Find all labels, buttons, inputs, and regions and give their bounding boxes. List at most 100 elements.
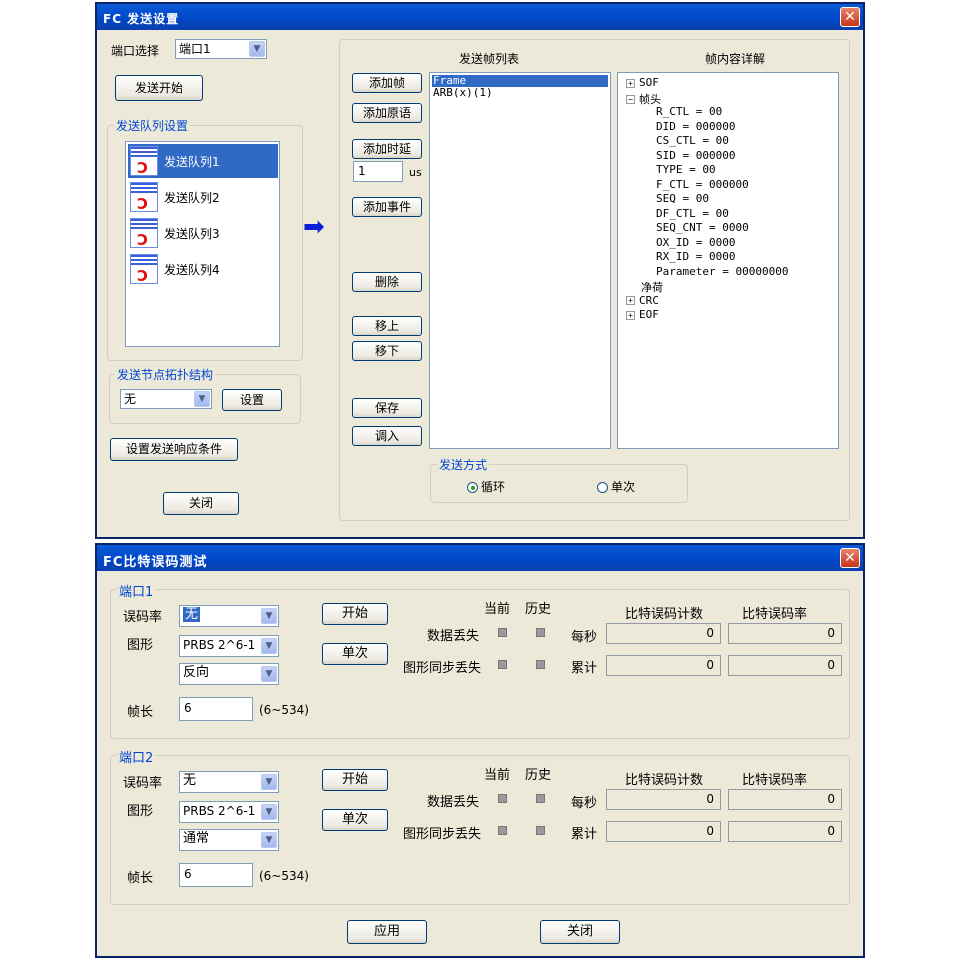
tree-node[interactable]: F_CTL = 000000 xyxy=(656,178,749,191)
ber-select[interactable]: 无 ▼ xyxy=(179,771,279,793)
chevron-down-icon[interactable]: ▼ xyxy=(261,804,277,820)
queue-group-title: 发送队列设置 xyxy=(114,117,191,134)
tree-node[interactable]: + EOF xyxy=(626,308,659,321)
start-button[interactable]: 开始 xyxy=(322,769,388,791)
tree-node[interactable]: CS_CTL = 00 xyxy=(656,134,729,147)
chevron-down-icon[interactable]: ▼ xyxy=(261,832,277,848)
window-title: FC 发送设置 xyxy=(103,12,180,26)
port-select[interactable]: 端口1 ▼ xyxy=(175,39,267,59)
delete-button[interactable]: 删除 xyxy=(352,272,422,292)
ber-select-value: 无 xyxy=(183,607,201,622)
frame-length-input[interactable]: 6 xyxy=(179,863,253,887)
tree-node[interactable]: SID = 000000 xyxy=(656,149,735,162)
ber-select-value: 无 xyxy=(183,773,197,788)
send-settings-titlebar: FC 发送设置 xyxy=(97,4,863,30)
tree-node[interactable]: RX_ID = 0000 xyxy=(656,250,735,263)
tree-node[interactable]: + CRC xyxy=(626,294,659,307)
queue-list[interactable]: Ↄ 发送队列1 Ↄ 发送队列2 Ↄ 发送队列3 Ↄ 发送队列4 xyxy=(125,141,280,347)
single-button[interactable]: 单次 xyxy=(322,643,388,665)
queue-icon: Ↄ xyxy=(130,218,158,249)
radio-checked-icon[interactable] xyxy=(467,482,478,493)
data-loss-label: 数据丢失 xyxy=(427,795,480,810)
port-group-title: 端口2 xyxy=(117,747,156,766)
tree-node[interactable]: DF_CTL = 00 xyxy=(656,207,729,220)
pattern-label: 图形 xyxy=(127,804,154,819)
collapse-icon[interactable]: − xyxy=(626,95,635,104)
polarity-select[interactable]: 反向 ▼ xyxy=(179,663,279,685)
sync-loss-current-indicator xyxy=(498,826,507,835)
polarity-select[interactable]: 通常 ▼ xyxy=(179,829,279,851)
single-button[interactable]: 单次 xyxy=(322,809,388,831)
tree-node[interactable]: SEQ_CNT = 0000 xyxy=(656,221,749,234)
add-delay-button[interactable]: 添加时延 xyxy=(352,139,422,159)
cumulative-count-field: 0 xyxy=(606,655,721,676)
chevron-down-icon[interactable]: ▼ xyxy=(249,41,265,57)
cumulative-label: 累计 xyxy=(571,661,598,676)
delay-input[interactable]: 1 xyxy=(353,161,403,182)
radio-unchecked-icon[interactable] xyxy=(597,482,608,493)
close-button[interactable]: 关闭 xyxy=(540,920,620,944)
tree-node[interactable]: Parameter = 00000000 xyxy=(656,265,788,278)
tree-node[interactable]: SEQ = 00 xyxy=(656,192,709,205)
tree-node[interactable]: DID = 000000 xyxy=(656,120,735,133)
save-button[interactable]: 保存 xyxy=(352,398,422,418)
chevron-down-icon[interactable]: ▼ xyxy=(261,638,277,654)
tree-node-label: Parameter = 00000000 xyxy=(656,264,789,278)
frame-detail-tree[interactable]: + SOF − 帧头 R_CTL = 00 DID = 000000 CS_CTL = 00… xyxy=(617,72,839,449)
expand-icon[interactable]: + xyxy=(626,310,635,320)
frame-list[interactable]: Frame ARB(x)(1) xyxy=(429,72,611,449)
port-group-title: 端口1 xyxy=(117,581,156,600)
move-up-button[interactable]: 移上 xyxy=(352,316,422,336)
queue-item[interactable]: Ↄ 发送队列1 xyxy=(128,144,278,178)
pattern-select[interactable]: PRBS 2^6-1 ▼ xyxy=(179,635,279,657)
load-button[interactable]: 调入 xyxy=(352,426,422,446)
mode-loop-radio[interactable]: 循环 xyxy=(467,478,505,495)
data-loss-label: 数据丢失 xyxy=(427,629,480,644)
frame-length-input[interactable]: 6 xyxy=(179,697,253,721)
tree-node-label: CS_CTL = 00 xyxy=(656,134,729,147)
tree-node[interactable]: OX_ID = 0000 xyxy=(656,236,735,249)
cumulative-count-field: 0 xyxy=(606,821,721,842)
mode-loop-label: 循环 xyxy=(481,480,506,494)
expand-icon[interactable]: + xyxy=(626,78,635,88)
tree-node-label: 帧头 xyxy=(639,92,661,106)
chevron-down-icon[interactable]: ▼ xyxy=(261,666,277,682)
topology-set-button[interactable]: 设置 xyxy=(222,389,282,411)
tree-node-label: EOF xyxy=(639,308,659,321)
close-icon[interactable]: ✕ xyxy=(840,548,860,568)
pattern-select[interactable]: PRBS 2^6-1 ▼ xyxy=(179,801,279,823)
tree-node-label: SOF xyxy=(639,76,659,89)
topology-select[interactable]: 无 ▼ xyxy=(120,389,212,409)
frame-length-range: (6~534) xyxy=(259,703,309,717)
response-condition-button[interactable]: 设置发送响应条件 xyxy=(110,438,238,461)
queue-item[interactable]: Ↄ 发送队列3 xyxy=(128,216,278,250)
frame-list-item[interactable]: ARB(x)(1) xyxy=(432,87,493,99)
add-primitive-button[interactable]: 添加原语 xyxy=(352,103,422,123)
tree-node[interactable]: + SOF xyxy=(626,76,659,89)
bit-error-rate-header: 比特误码率 xyxy=(742,607,808,622)
apply-button[interactable]: 应用 xyxy=(347,920,427,944)
queue-item[interactable]: Ↄ 发送队列4 xyxy=(128,252,278,286)
data-loss-history-indicator xyxy=(536,794,545,803)
add-event-button[interactable]: 添加事件 xyxy=(352,197,422,217)
tree-node[interactable]: R_CTL = 00 xyxy=(656,105,722,118)
expand-icon[interactable]: + xyxy=(626,296,635,305)
move-down-button[interactable]: 移下 xyxy=(352,341,422,361)
tree-node-label: SID = 000000 xyxy=(656,148,736,162)
sync-loss-history-indicator xyxy=(536,660,545,669)
tree-node[interactable]: TYPE = 00 xyxy=(656,163,716,176)
window-title: FC比特误码测试 xyxy=(103,555,208,570)
chevron-down-icon[interactable]: ▼ xyxy=(261,608,277,624)
send-start-button[interactable]: 发送开始 xyxy=(115,75,203,101)
close-icon[interactable]: ✕ xyxy=(840,7,860,27)
ber-select[interactable]: 无 ▼ xyxy=(179,605,279,627)
add-frame-button[interactable]: 添加帧 xyxy=(352,73,422,93)
chevron-down-icon[interactable]: ▼ xyxy=(261,774,277,790)
start-button[interactable]: 开始 xyxy=(322,603,388,625)
queue-item[interactable]: Ↄ 发送队列2 xyxy=(128,180,278,214)
queue-item-label: 发送队列1 xyxy=(164,155,220,169)
tree-node-label: SEQ = 00 xyxy=(656,192,709,205)
mode-single-radio[interactable]: 单次 xyxy=(597,478,635,495)
close-button[interactable]: 关闭 xyxy=(163,492,239,515)
chevron-down-icon[interactable]: ▼ xyxy=(194,391,210,407)
